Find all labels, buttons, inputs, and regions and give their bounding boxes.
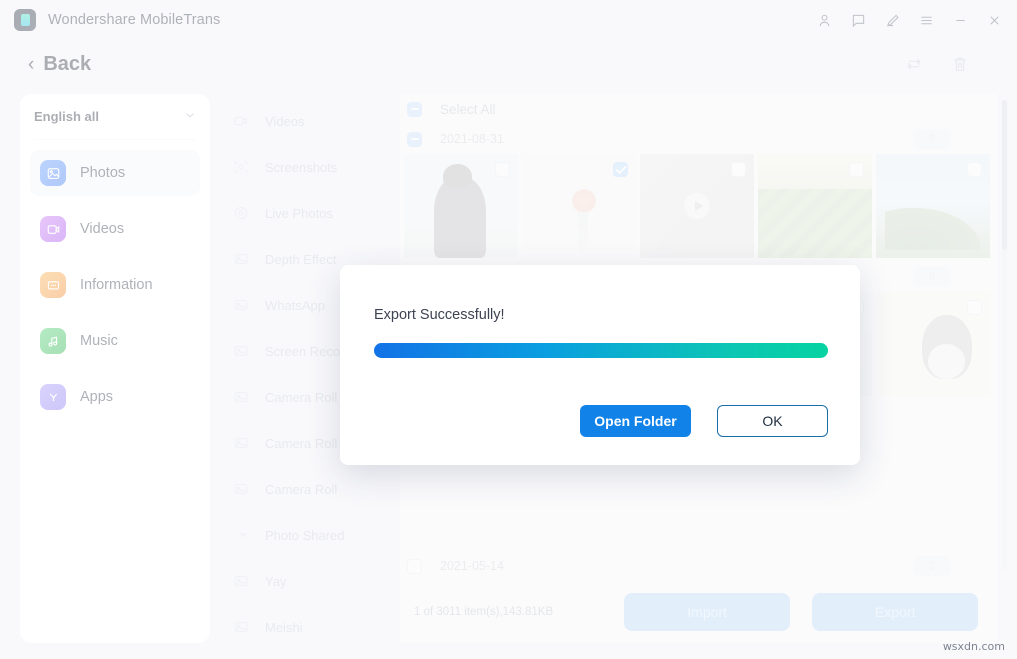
export-success-dialog: Export Successfully! Open Folder OK bbox=[340, 265, 860, 465]
ok-button[interactable]: OK bbox=[717, 405, 828, 437]
dialog-actions: Open Folder OK bbox=[580, 405, 828, 437]
watermark: wsxdn.com bbox=[943, 640, 1005, 653]
dialog-title: Export Successfully! bbox=[374, 307, 828, 323]
app-window: Wondershare MobileTrans bbox=[0, 0, 1017, 659]
progress-bar bbox=[374, 343, 828, 358]
open-folder-button[interactable]: Open Folder bbox=[580, 405, 691, 437]
